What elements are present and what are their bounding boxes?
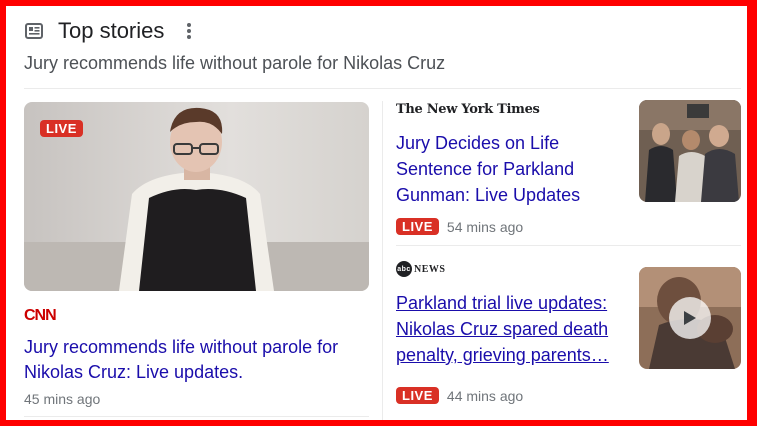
story-video-thumbnail[interactable] [639,267,741,369]
divider [24,88,741,89]
section-title: Top stories [58,18,165,43]
top-stories-card: Top stories Jury recommends life without… [6,6,747,420]
divider [396,245,741,246]
lead-story-image[interactable]: LIVE [24,102,369,291]
topic-subtitle: Jury recommends life without parole for … [24,53,446,73]
story-meta: LIVE 54 mins ago [396,218,523,235]
live-badge: LIVE [40,120,83,137]
story-timestamp: 44 mins ago [446,387,524,404]
source-name: The New York Times [396,101,540,117]
live-badge: LIVE [396,387,439,404]
cnn-logo: CNN [24,307,57,324]
lead-story-card[interactable]: LIVE CNN Jury recommends life without pa… [24,102,369,407]
divider [24,416,369,417]
source-name: NEWS [414,263,446,275]
abc-mark: abc [396,261,412,277]
newspaper-icon [24,21,44,41]
lead-story-headline[interactable]: Jury recommends life without parole for … [24,335,369,385]
story-timestamp: 54 mins ago [446,218,524,235]
more-vertical-icon[interactable] [186,22,192,40]
story-meta: LIVE 44 mins ago [396,387,523,404]
story-card[interactable]: abc NEWS Parkland trial live updates: Ni… [396,260,741,404]
story-thumbnail[interactable] [639,100,741,202]
story-card[interactable]: The New York Times Jury Decides on Life … [396,100,741,235]
story-timestamp: 45 mins ago [24,391,101,407]
play-icon[interactable] [669,297,711,339]
story-headline[interactable]: Jury Decides on Life Sentence for Parkla… [396,130,616,208]
section-header: Top stories [24,18,192,44]
divider [382,101,383,420]
live-badge: LIVE [396,218,439,235]
story-headline[interactable]: Parkland trial live updates: Nikolas Cru… [396,290,616,368]
